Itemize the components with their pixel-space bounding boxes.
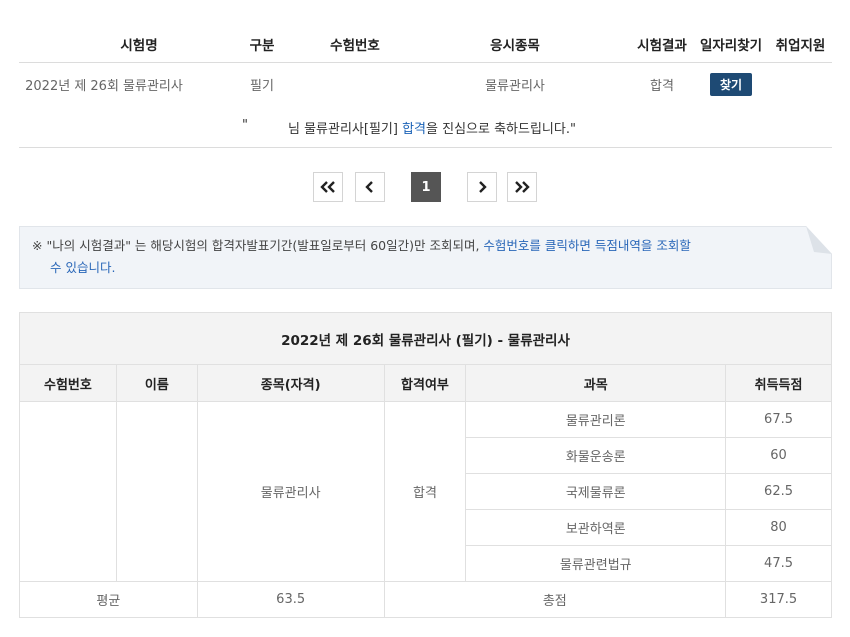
header-employment: 취업지원 bbox=[775, 37, 826, 54]
row-exam-type: 물류관리사 bbox=[485, 79, 545, 94]
congratulation-message: " 님 물류관리사[필기] 합격을 진심으로 축하드립니다." bbox=[19, 108, 832, 148]
cell-subject: 물류관련법규 bbox=[465, 545, 727, 582]
cell-score: 62.5 bbox=[725, 473, 832, 510]
chevron-right-icon bbox=[479, 181, 487, 193]
find-job-button[interactable]: 찾기 bbox=[709, 73, 753, 96]
col-name: 이름 bbox=[115, 364, 198, 402]
col-pass: 합격여부 bbox=[383, 364, 467, 402]
cell-subject: 보관하역론 bbox=[465, 509, 727, 546]
cell-score: 47.5 bbox=[725, 545, 832, 582]
congrats-text: 님 물류관리사[필기] 합격을 진심으로 축하드립니다." bbox=[288, 118, 576, 137]
row-category: 필기 bbox=[250, 79, 274, 94]
cell-pass-status: 합격 bbox=[383, 401, 467, 582]
result-table: 시험명 구분 수험번호 응시종목 시험결과 일자리찾기 취업지원 2022년 제… bbox=[19, 25, 832, 106]
first-page-button[interactable] bbox=[313, 172, 343, 202]
congrats-prefix: 님 물류관리사[필기] bbox=[288, 122, 403, 137]
notice-line1-highlight: 수험번호를 클릭하면 득점내역을 조회할 bbox=[483, 238, 691, 253]
row-exam-name: 2022년 제 26회 물류관리사 bbox=[25, 79, 183, 94]
result-row: 2022년 제 26회 물류관리사 필기 물류관리사 합격 찾기 bbox=[19, 63, 832, 106]
row-exam-no[interactable] bbox=[315, 63, 395, 106]
notice-text: ※ "나의 시험결과" 는 해당시험의 합격자발표기간(발표일로부터 60일간)… bbox=[32, 235, 807, 279]
cell-qualification: 물류관리사 bbox=[196, 401, 385, 582]
header-category: 구분 bbox=[249, 37, 275, 54]
header-result: 시험결과 bbox=[637, 37, 687, 54]
congrats-highlight: 합격 bbox=[402, 122, 427, 137]
prev-page-button[interactable] bbox=[355, 172, 385, 202]
double-chevron-left-icon bbox=[320, 181, 335, 193]
cell-score: 67.5 bbox=[725, 401, 832, 438]
header-job-search: 일자리찾기 bbox=[699, 37, 763, 54]
table-footer-row: 평균 63.5 총점 317.5 bbox=[19, 581, 832, 618]
score-table-title: 2022년 제 26회 물류관리사 (필기) - 물류관리사 bbox=[19, 312, 832, 365]
col-score: 취득득점 bbox=[725, 364, 832, 402]
cell-score: 80 bbox=[725, 509, 832, 546]
header-exam-type: 응시종목 bbox=[490, 37, 540, 54]
cell-subject: 국제물류론 bbox=[465, 473, 727, 510]
cell-score: 60 bbox=[725, 437, 832, 474]
page-1-button[interactable]: 1 bbox=[411, 172, 441, 202]
total-value: 317.5 bbox=[725, 581, 832, 618]
congrats-suffix: 을 진심으로 축하드립니다." bbox=[426, 122, 576, 137]
notice-mark: ※ bbox=[32, 238, 43, 253]
next-page-button[interactable] bbox=[467, 172, 497, 202]
cell-name bbox=[115, 401, 198, 582]
congrats-open-quote: " bbox=[242, 118, 248, 133]
cell-subject: 물류관리론 bbox=[465, 401, 727, 438]
result-table-header: 시험명 구분 수험번호 응시종목 시험결과 일자리찾기 취업지원 bbox=[19, 25, 832, 63]
score-detail-table: 2022년 제 26회 물류관리사 (필기) - 물류관리사 수험번호 이름 종… bbox=[19, 312, 832, 618]
average-value: 63.5 bbox=[196, 581, 385, 618]
total-label: 총점 bbox=[383, 581, 727, 618]
cell-subject: 화물운송론 bbox=[465, 437, 727, 474]
col-subject-type: 종목(자격) bbox=[196, 364, 385, 402]
pagination: 1 bbox=[0, 172, 850, 202]
notice-box: ※ "나의 시험결과" 는 해당시험의 합격자발표기간(발표일로부터 60일간)… bbox=[19, 226, 832, 289]
row-result: 합격 bbox=[650, 79, 674, 94]
page-fold-icon bbox=[806, 226, 832, 254]
col-subject: 과목 bbox=[465, 364, 727, 402]
col-exam-no: 수험번호 bbox=[19, 364, 117, 402]
row-job-search-cell: 찾기 bbox=[696, 63, 766, 106]
header-exam-name: 시험명 bbox=[120, 37, 158, 54]
double-chevron-right-icon bbox=[515, 181, 530, 193]
header-exam-no: 수험번호 bbox=[330, 37, 380, 54]
chevron-left-icon bbox=[365, 181, 373, 193]
table-row: 물류관리사 합격 물류관리론 67.5 bbox=[19, 401, 832, 582]
notice-line1: "나의 시험결과" 는 해당시험의 합격자발표기간(발표일로부터 60일간)만 … bbox=[46, 238, 484, 253]
notice-line2: 수 있습니다. bbox=[50, 260, 116, 275]
average-label: 평균 bbox=[19, 581, 198, 618]
cell-exam-no bbox=[19, 401, 117, 582]
last-page-button[interactable] bbox=[507, 172, 537, 202]
